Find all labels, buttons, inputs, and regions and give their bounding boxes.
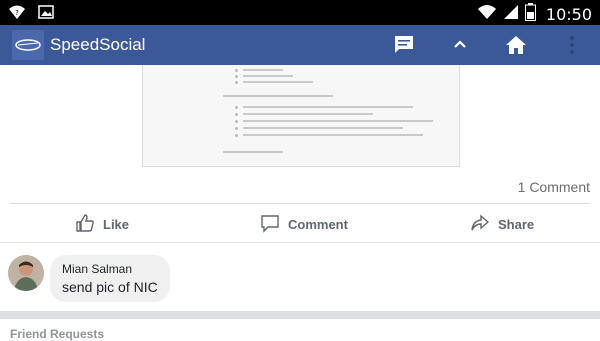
avatar[interactable] — [8, 255, 44, 291]
friend-requests-heading: Friend Requests — [10, 327, 105, 341]
app-title: SpeedSocial — [50, 35, 146, 54]
comment-button[interactable]: Comment — [260, 213, 348, 236]
image-icon — [38, 5, 54, 24]
section-separator — [0, 311, 600, 319]
battery-icon — [524, 3, 536, 26]
speedsocial-logo-icon[interactable] — [12, 30, 44, 60]
help-wifi-icon: ? — [8, 4, 26, 25]
status-time: 10:50 — [545, 5, 592, 24]
status-bar-left: ? — [8, 4, 54, 25]
chevron-up-icon[interactable] — [448, 33, 472, 57]
comment-count[interactable]: 1 Comment — [518, 179, 590, 195]
status-bar-right: 10:50 — [477, 3, 592, 26]
thumbs-up-icon — [75, 213, 95, 236]
post-document-image[interactable] — [142, 65, 460, 167]
wifi-icon — [477, 4, 497, 25]
like-button[interactable]: Like — [75, 213, 129, 236]
messages-icon[interactable] — [392, 33, 416, 57]
comment-bubble-icon — [260, 213, 280, 236]
share-label: Share — [498, 217, 535, 232]
feed-content: 1 Comment Like Comment Share Mian Salman… — [0, 65, 600, 341]
like-label: Like — [103, 217, 130, 232]
status-bar: ? 10:50 — [0, 0, 600, 25]
signal-icon — [503, 4, 519, 25]
svg-text:?: ? — [15, 9, 19, 17]
share-button[interactable]: Share — [470, 213, 534, 236]
home-icon[interactable] — [504, 33, 528, 57]
overflow-menu-icon[interactable] — [560, 33, 584, 57]
comment-label: Comment — [288, 217, 348, 232]
share-arrow-icon — [470, 213, 490, 236]
comment-bubble[interactable]: Mian Salman send pic of NIC — [50, 255, 170, 302]
comment-author[interactable]: Mian Salman — [62, 262, 132, 276]
divider — [0, 242, 600, 243]
app-bar: SpeedSocial — [0, 25, 600, 65]
post-actions: Like Comment Share — [0, 204, 600, 242]
comment-text: send pic of NIC — [62, 279, 158, 295]
